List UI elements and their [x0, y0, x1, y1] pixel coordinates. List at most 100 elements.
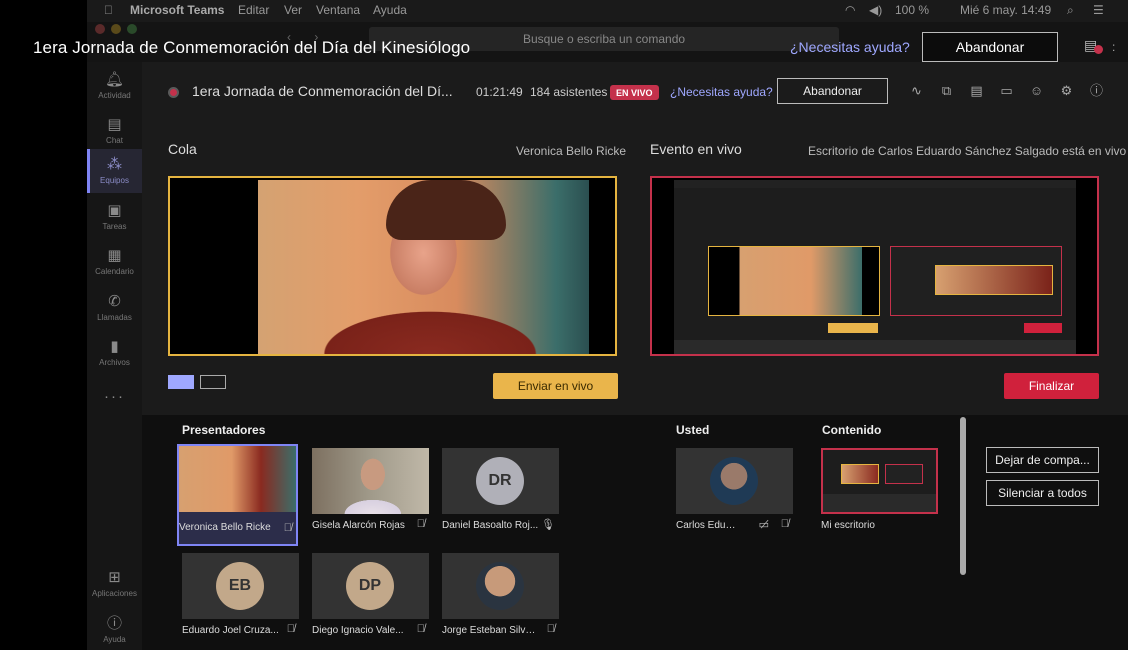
meeting-leave-button[interactable]: Abandonar [777, 78, 888, 104]
menu-ventana[interactable]: Ventana [316, 3, 360, 17]
volume-icon[interactable]: ◀) [869, 3, 882, 17]
you-tile[interactable]: Carlos Eduar... ▭̸ 🎙̸ [676, 448, 793, 536]
help-link[interactable]: ¿Necesitas ayuda? [790, 39, 910, 55]
menu-editar[interactable]: Editar [238, 3, 269, 17]
presenter-tile[interactable]: Gisela Alarcón Rojas 🎙̸ [312, 448, 429, 536]
files-icon: ▮ [110, 338, 119, 355]
mic-off-icon[interactable]: 🎙̸ [287, 623, 295, 635]
notes-icon[interactable]: ▤ [1084, 37, 1104, 55]
presenter-tile[interactable]: Veronica Bello Ricke 🎙̸ [177, 444, 298, 546]
spotlight-icon[interactable]: ⌕ [1067, 3, 1074, 18]
queue-video[interactable] [168, 176, 617, 356]
chat-icon: ▤ [107, 116, 122, 133]
settings-icon[interactable]: ⚙ [1058, 82, 1075, 99]
content-tile[interactable]: Mi escritorio [821, 448, 938, 536]
rail-label: Chat [106, 136, 123, 145]
presenters-panel: Presentadores Usted Contenido Veronica B… [142, 415, 1128, 650]
recording-icon [168, 87, 179, 98]
hair-shape [386, 180, 506, 240]
meeting-help-link[interactable]: ¿Necesitas ayuda? [670, 85, 773, 99]
health-icon[interactable]: ∿ [908, 82, 925, 99]
apple-icon[interactable]:  [104, 3, 113, 17]
scrollbar[interactable] [960, 417, 966, 575]
rail-item-chat[interactable]: ▤ Chat [87, 109, 142, 153]
live-video[interactable] [650, 176, 1099, 356]
menu-ver[interactable]: Ver [284, 3, 302, 17]
presenter-thumbnail: DP [312, 553, 429, 619]
preview-end-button [1024, 323, 1062, 333]
preview-nested [935, 265, 1053, 295]
presenter-name: Jorge Esteban Silva... [442, 625, 539, 636]
send-live-button[interactable]: Enviar en vivo [493, 373, 618, 399]
rail-item-aplicaciones[interactable]: ⊞ Aplicaciones [87, 562, 142, 606]
teams-icon: ⁂ [107, 156, 122, 173]
stop-sharing-button[interactable]: Dejar de compa... [986, 447, 1099, 473]
presenters-heading: Presentadores [182, 423, 266, 437]
left-rail: 🔔︎ Actividad ▤ Chat ⁂ Equipos ▣ Tareas ▦ Cale… [87, 62, 142, 650]
wifi-icon[interactable]: ◠ [845, 3, 855, 17]
you-thumbnail [676, 448, 793, 514]
avatar: DP [346, 562, 394, 610]
layout-toggles [168, 375, 226, 389]
rail-label: Llamadas [97, 313, 132, 322]
presenter-tile[interactable]: EB Eduardo Joel Cruza... 🎙̸ [182, 553, 299, 641]
share-screen-icon[interactable]: ⧉ [938, 82, 955, 99]
content-preview-queue [841, 464, 879, 484]
mic-off-icon[interactable]: 🎙̸ [284, 522, 292, 534]
end-event-button[interactable]: Finalizar [1004, 373, 1099, 399]
mic-off-icon[interactable]: 🎙̸ [417, 518, 425, 530]
live-badge: EN VIVO [610, 85, 659, 100]
menu-list-icon[interactable]: ☰ [1093, 3, 1104, 17]
mute-all-button[interactable]: Silenciar a todos [986, 480, 1099, 506]
rail-item-equipos[interactable]: ⁂ Equipos [87, 149, 142, 193]
overflow-icon[interactable]: : [1112, 40, 1115, 54]
presenter-thumbnail: EB [182, 553, 299, 619]
tasks-icon: ▣ [107, 202, 122, 219]
avatar [710, 457, 758, 505]
mic-off-icon[interactable]: 🎙̸ [547, 623, 555, 635]
presenter-tile[interactable]: Jorge Esteban Silva... 🎙̸ [442, 553, 559, 641]
presenter-tile[interactable]: DP Diego Ignacio Vale... 🎙̸ [312, 553, 429, 641]
bell-icon: 🔔︎ [104, 71, 125, 88]
camera-off-icon[interactable]: ▭̸ [759, 518, 769, 531]
rail-label: Calendario [95, 267, 134, 276]
notes-icon[interactable]: ▤ [968, 82, 985, 99]
chat-icon[interactable]: ▭ [998, 82, 1015, 99]
mic-off-icon[interactable]: 🎙̸ [781, 518, 789, 530]
rail-item-llamadas[interactable]: ✆ Llamadas [87, 286, 142, 330]
rail-item-actividad[interactable]: 🔔︎ Actividad [87, 64, 142, 108]
calendar-icon: ▦ [107, 247, 122, 264]
live-status: Escritorio de Carlos Eduardo Sánchez Sal… [808, 144, 1127, 158]
minimize-window-icon[interactable] [111, 24, 121, 34]
more-apps-icon[interactable]: ··· [87, 376, 142, 420]
rail-item-calendario[interactable]: ▦ Calendario [87, 240, 142, 284]
close-window-icon[interactable] [95, 24, 105, 34]
presenter-name: Diego Ignacio Vale... [312, 625, 404, 636]
split-layout-icon[interactable] [200, 375, 226, 389]
single-layout-icon[interactable] [168, 375, 194, 389]
content-name: Mi escritorio [821, 520, 875, 531]
leave-button[interactable]: Abandonar [922, 32, 1058, 62]
mic-on-icon[interactable]: 🎙 [541, 518, 555, 531]
info-icon[interactable]: ⓘ [1088, 82, 1105, 99]
menu-ayuda[interactable]: Ayuda [373, 3, 407, 17]
avatar [476, 562, 524, 610]
meeting-timer: 01:21:49 [476, 85, 523, 99]
content-thumbnail [821, 448, 938, 514]
clock[interactable]: Mié 6 may. 14:49 [960, 3, 1051, 17]
battery-label[interactable]: 100 % [895, 3, 929, 17]
people-icon[interactable]: ☺ [1028, 82, 1045, 99]
mic-off-icon[interactable]: 🎙̸ [417, 623, 425, 635]
rail-item-ayuda[interactable]: ⓘ Ayuda [87, 608, 142, 650]
live-title: Evento en vivo [650, 141, 742, 157]
avatar: EB [216, 562, 264, 610]
maximize-window-icon[interactable] [127, 24, 137, 34]
event-title: 1era Jornada de Conmemoración del Día de… [33, 38, 471, 57]
rail-item-archivos[interactable]: ▮ Archivos [87, 331, 142, 375]
rail-item-tareas[interactable]: ▣ Tareas [87, 195, 142, 239]
app-menu[interactable]: Microsoft Teams [130, 3, 224, 17]
meeting-title: 1era Jornada de Conmemoración del Dí... [192, 83, 453, 99]
mac-menu-bar:  Microsoft Teams Editar Ver Ventana Ayu… [87, 0, 1128, 22]
presenter-tile[interactable]: DR Daniel Basoalto Roj... 🎙 [442, 448, 559, 536]
live-desktop-preview [674, 180, 1076, 354]
